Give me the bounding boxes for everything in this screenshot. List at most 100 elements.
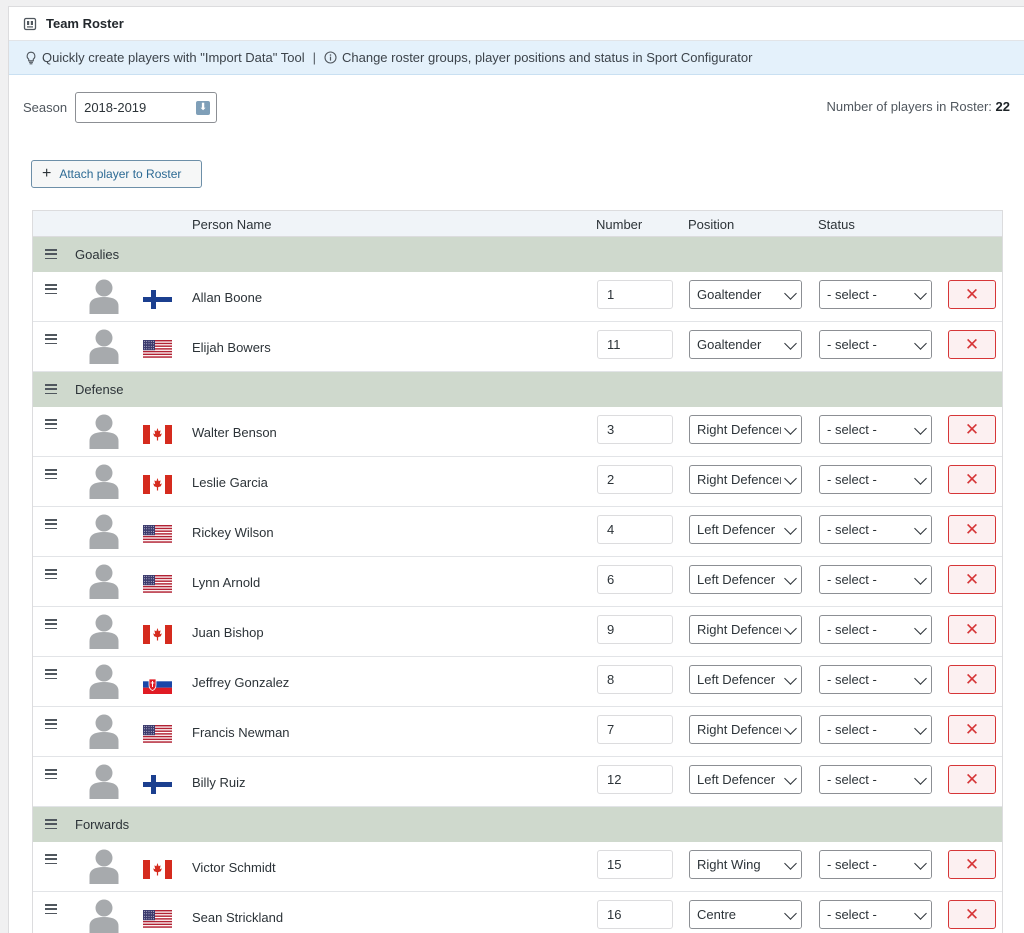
player-row: Leslie Garcia 2 Right Defencer - select - ✕ xyxy=(33,457,1002,507)
drag-handle-icon[interactable] xyxy=(45,819,57,829)
drag-handle-icon[interactable] xyxy=(45,519,57,529)
status-select[interactable]: - select - xyxy=(819,280,932,309)
status-value: - select - xyxy=(827,907,877,922)
remove-player-button[interactable]: ✕ xyxy=(948,330,996,359)
status-select[interactable]: - select - xyxy=(819,665,932,694)
usa-flag-icon xyxy=(143,575,172,594)
player-number-input[interactable]: 2 xyxy=(597,465,673,494)
position-select[interactable]: Right Wing xyxy=(689,850,802,879)
status-value: - select - xyxy=(827,672,877,687)
player-number-input[interactable]: 9 xyxy=(597,615,673,644)
position-select[interactable]: Goaltender xyxy=(689,280,802,309)
attach-player-button[interactable]: + Attach player to Roster xyxy=(31,160,202,188)
usa-flag-icon xyxy=(143,525,172,544)
player-name: Walter Benson xyxy=(192,425,277,440)
status-select[interactable]: - select - xyxy=(819,515,932,544)
position-select[interactable]: Right Defencer xyxy=(689,615,802,644)
position-select[interactable]: Right Defencer xyxy=(689,715,802,744)
drag-handle-icon[interactable] xyxy=(45,384,57,394)
status-select[interactable]: - select - xyxy=(819,765,932,794)
position-select[interactable]: Right Defencer xyxy=(689,465,802,494)
drag-handle-icon[interactable] xyxy=(45,334,57,344)
player-name: Elijah Bowers xyxy=(192,340,271,355)
status-select[interactable]: - select - xyxy=(819,465,932,494)
close-icon: ✕ xyxy=(964,419,980,439)
status-select[interactable]: - select - xyxy=(819,900,932,929)
drag-handle-icon[interactable] xyxy=(45,419,57,429)
player-name: Allan Boone xyxy=(192,290,263,305)
player-number-input[interactable]: 16 xyxy=(597,900,673,929)
status-select[interactable]: - select - xyxy=(819,330,932,359)
player-number-input[interactable]: 11 xyxy=(597,330,673,359)
canada-flag-icon xyxy=(143,860,172,879)
season-filter: Season 2018-2019 ⬇ xyxy=(23,92,218,123)
player-number-input[interactable]: 1 xyxy=(597,280,673,309)
drag-handle-icon[interactable] xyxy=(45,284,57,294)
roster-group-header: Forwards xyxy=(33,807,1002,842)
position-select[interactable]: Centre xyxy=(689,900,802,929)
player-number-input[interactable]: 15 xyxy=(597,850,673,879)
position-value: Centre xyxy=(697,907,737,922)
close-icon: ✕ xyxy=(964,769,980,789)
player-number-input[interactable]: 3 xyxy=(597,415,673,444)
drag-handle-icon[interactable] xyxy=(45,904,57,914)
drag-handle-icon[interactable] xyxy=(45,719,57,729)
remove-player-button[interactable]: ✕ xyxy=(948,280,996,309)
usa-flag-icon xyxy=(143,725,172,744)
status-select[interactable]: - select - xyxy=(819,615,932,644)
remove-player-button[interactable]: ✕ xyxy=(948,665,996,694)
position-select[interactable]: Goaltender xyxy=(689,330,802,359)
panel-title: Team Roster xyxy=(46,16,124,31)
player-name: Billy Ruiz xyxy=(192,775,246,790)
remove-player-button[interactable]: ✕ xyxy=(948,465,996,494)
remove-player-button[interactable]: ✕ xyxy=(948,415,996,444)
player-row: Jeffrey Gonzalez 8 Left Defencer - select -… xyxy=(33,657,1002,707)
position-value: Right Defencer xyxy=(697,472,784,487)
attach-player-label: Attach player to Roster xyxy=(59,167,182,181)
player-name: Lynn Arnold xyxy=(192,575,261,590)
team-roster-panel: Team Roster Quickly create players with … xyxy=(8,6,1024,933)
status-select[interactable]: - select - xyxy=(819,850,932,879)
remove-player-button[interactable]: ✕ xyxy=(948,515,996,544)
close-icon: ✕ xyxy=(964,669,980,689)
status-value: - select - xyxy=(827,522,877,537)
remove-player-button[interactable]: ✕ xyxy=(948,900,996,929)
remove-player-button[interactable]: ✕ xyxy=(948,615,996,644)
group-name: Defense xyxy=(75,382,124,397)
lightbulb-icon xyxy=(25,51,37,65)
drag-handle-icon[interactable] xyxy=(45,769,57,779)
status-value: - select - xyxy=(827,622,877,637)
position-select[interactable]: Left Defencer xyxy=(689,565,802,594)
remove-player-button[interactable]: ✕ xyxy=(948,850,996,879)
player-avatar xyxy=(88,848,120,884)
plus-icon: + xyxy=(42,165,52,182)
player-number-input[interactable]: 4 xyxy=(597,515,673,544)
season-select[interactable]: 2018-2019 ⬇ xyxy=(75,92,218,123)
status-select[interactable]: - select - xyxy=(819,715,932,744)
position-select[interactable]: Left Defencer xyxy=(689,765,802,794)
remove-player-button[interactable]: ✕ xyxy=(948,715,996,744)
remove-player-button[interactable]: ✕ xyxy=(948,765,996,794)
player-number-input[interactable]: 7 xyxy=(597,715,673,744)
position-select[interactable]: Left Defencer xyxy=(689,665,802,694)
position-select[interactable]: Right Defencer xyxy=(689,415,802,444)
drag-handle-icon[interactable] xyxy=(45,619,57,629)
status-value: - select - xyxy=(827,422,877,437)
player-number-input[interactable]: 6 xyxy=(597,565,673,594)
player-number-input[interactable]: 12 xyxy=(597,765,673,794)
drag-handle-icon[interactable] xyxy=(45,249,57,259)
finland-flag-icon xyxy=(143,290,172,309)
status-value: - select - xyxy=(827,572,877,587)
drag-handle-icon[interactable] xyxy=(45,854,57,864)
drag-handle-icon[interactable] xyxy=(45,469,57,479)
column-header-number: Number xyxy=(596,217,643,232)
status-select[interactable]: - select - xyxy=(819,565,932,594)
player-number-input[interactable]: 8 xyxy=(597,665,673,694)
remove-player-button[interactable]: ✕ xyxy=(948,565,996,594)
player-avatar xyxy=(88,663,120,699)
roster-table-header: Person Name Number Position Status xyxy=(33,211,1002,237)
drag-handle-icon[interactable] xyxy=(45,569,57,579)
drag-handle-icon[interactable] xyxy=(45,669,57,679)
position-select[interactable]: Left Defencer xyxy=(689,515,802,544)
status-select[interactable]: - select - xyxy=(819,415,932,444)
